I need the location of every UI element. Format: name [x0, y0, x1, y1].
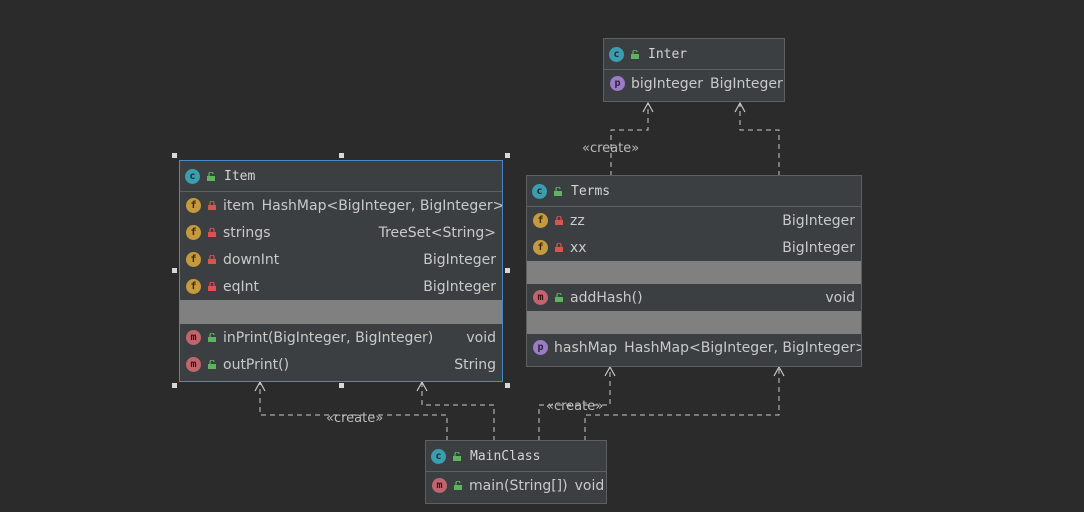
- field-icon: f: [186, 252, 201, 267]
- field-name: eqInt: [223, 278, 259, 295]
- method-icon: m: [186, 330, 201, 345]
- method-name: main(String[]): [469, 477, 568, 494]
- method-icon: m: [533, 290, 548, 305]
- method-row[interactable]: m addHash() void: [527, 284, 861, 311]
- field-type: BigInteger: [423, 278, 496, 295]
- edge-main-item: [421, 382, 495, 441]
- field-type: TreeSet<String>: [378, 224, 496, 241]
- section-separator: [180, 300, 502, 324]
- method-return-type: void: [466, 329, 496, 346]
- resize-handle[interactable]: [505, 153, 510, 158]
- property-icon: p: [533, 340, 548, 355]
- edge-label-create: «create»: [326, 411, 384, 426]
- lock-icon: [208, 201, 217, 210]
- lock-icon: [208, 228, 217, 237]
- field-row[interactable]: f zz BigInteger: [527, 207, 861, 234]
- field-name: downInt: [223, 251, 280, 268]
- field-row[interactable]: f item HashMap<BigInteger, BigInteger>: [180, 192, 502, 219]
- class-node-item[interactable]: c Item f item HashMap<BigInteger, BigInt…: [179, 160, 503, 382]
- field-icon: f: [533, 213, 548, 228]
- field-type: BigInteger: [423, 251, 496, 268]
- resize-handle[interactable]: [505, 268, 510, 273]
- field-type: BigInteger: [782, 212, 855, 229]
- field-name: zz: [570, 212, 585, 229]
- property-row[interactable]: p bigInteger BigInteger: [604, 70, 784, 97]
- method-row[interactable]: m main(String[]) void: [426, 472, 606, 499]
- resize-handle[interactable]: [339, 153, 344, 158]
- unlock-icon: [208, 333, 217, 342]
- resize-handle[interactable]: [172, 383, 177, 388]
- field-icon: f: [186, 225, 201, 240]
- unlock-icon: [208, 360, 217, 369]
- class-icon: c: [431, 448, 446, 464]
- class-node-terms[interactable]: c Terms f zz BigInteger f xx BigInteger …: [526, 175, 862, 367]
- resize-handle[interactable]: [172, 153, 177, 158]
- property-type: BigInteger: [710, 75, 783, 92]
- property-name: bigInteger: [631, 75, 704, 92]
- unlock-icon: [207, 171, 216, 181]
- method-name: inPrint(BigInteger, BigInteger): [223, 329, 434, 346]
- field-name: xx: [570, 239, 587, 256]
- class-header: c Terms: [527, 176, 861, 207]
- field-icon: f: [533, 240, 548, 255]
- lock-icon: [555, 243, 564, 252]
- field-row[interactable]: f xx BigInteger: [527, 234, 861, 261]
- unlock-icon: [454, 481, 463, 490]
- unlock-icon: [555, 293, 564, 302]
- edge-terms-inter: [739, 103, 780, 176]
- class-node-inter[interactable]: c Inter p bigInteger BigInteger: [603, 38, 785, 102]
- class-name: MainClass: [470, 448, 541, 464]
- field-row[interactable]: f strings TreeSet<String>: [180, 219, 502, 246]
- method-icon: m: [186, 357, 201, 372]
- edge-label-create: «create»: [546, 399, 604, 414]
- method-return-type: String: [454, 356, 496, 373]
- lock-icon: [555, 216, 564, 225]
- edge-label-create: «create»: [582, 141, 640, 156]
- class-icon: c: [609, 46, 624, 62]
- lock-icon: [208, 282, 217, 291]
- method-row[interactable]: m inPrint(BigInteger, BigInteger) void: [180, 324, 502, 351]
- method-row[interactable]: m outPrint() String: [180, 351, 502, 378]
- field-name: strings: [223, 224, 271, 241]
- field-icon: f: [186, 198, 201, 213]
- section-separator: [527, 261, 861, 284]
- field-row[interactable]: f eqInt BigInteger: [180, 273, 502, 300]
- class-node-mainclass[interactable]: c MainClass m main(String[]) void: [425, 440, 607, 504]
- class-icon: c: [185, 168, 200, 184]
- edge-terms-inter-create: [610, 103, 649, 176]
- field-row[interactable]: f downInt BigInteger: [180, 246, 502, 273]
- resize-handle[interactable]: [172, 268, 177, 273]
- property-name: hashMap: [554, 339, 618, 356]
- class-header: c MainClass: [426, 441, 606, 472]
- class-name: Terms: [571, 183, 611, 199]
- unlock-icon: [554, 186, 563, 196]
- class-header: c Item: [180, 161, 502, 192]
- class-name: Item: [224, 168, 256, 184]
- resize-handle[interactable]: [505, 383, 510, 388]
- method-return-type: void: [825, 289, 855, 306]
- class-header: c Inter: [604, 39, 784, 70]
- method-name: outPrint(): [223, 356, 290, 373]
- method-return-type: void: [574, 477, 605, 494]
- edge-main-terms: [584, 367, 780, 441]
- field-name: item: [223, 197, 255, 214]
- method-icon: m: [432, 478, 447, 493]
- field-icon: f: [186, 279, 201, 294]
- field-type: HashMap<BigInteger, BigInteger>: [261, 197, 503, 214]
- property-row[interactable]: p hashMap HashMap<BigInteger, BigInteger…: [527, 334, 861, 361]
- resize-handle[interactable]: [339, 383, 344, 388]
- unlock-icon: [631, 49, 640, 59]
- lock-icon: [208, 255, 217, 264]
- property-type: HashMap<BigInteger, BigInteger>: [624, 339, 862, 356]
- method-name: addHash(): [570, 289, 643, 306]
- class-icon: c: [532, 183, 547, 199]
- unlock-icon: [453, 451, 462, 461]
- property-icon: p: [610, 76, 625, 91]
- class-name: Inter: [648, 46, 688, 62]
- field-type: BigInteger: [782, 239, 855, 256]
- section-separator: [527, 311, 861, 334]
